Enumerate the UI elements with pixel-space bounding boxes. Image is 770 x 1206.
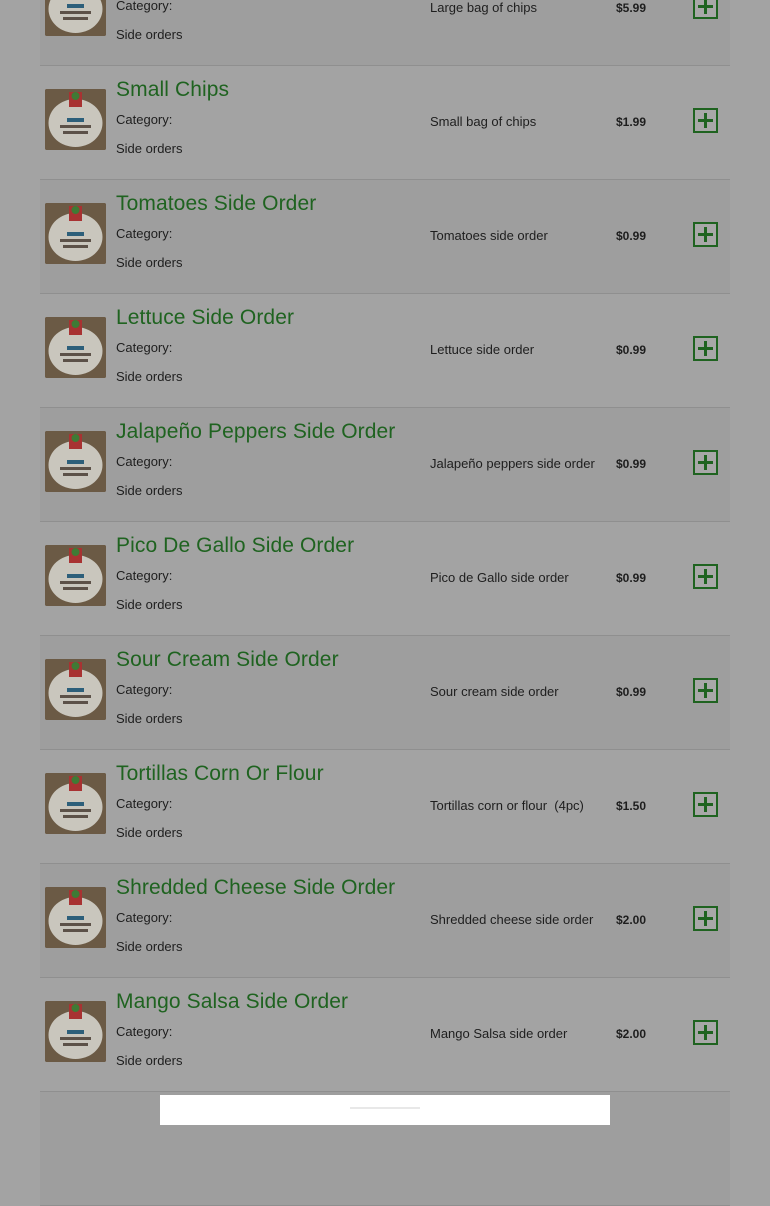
bottom-modal-panel xyxy=(160,1095,610,1125)
category-value: Side orders xyxy=(116,711,183,726)
item-price: $1.99 xyxy=(616,115,647,129)
item-title[interactable]: Tortillas Corn Or Flour xyxy=(116,762,324,786)
category-label: Category: xyxy=(116,682,173,697)
category-label: Category: xyxy=(116,112,173,127)
category-value: Side orders xyxy=(116,369,183,384)
add-to-order-button[interactable] xyxy=(693,450,718,475)
item-title[interactable]: Shredded Cheese Side Order xyxy=(116,876,395,900)
item-thumbnail-image xyxy=(45,317,106,378)
item-price: $2.00 xyxy=(616,1027,647,1041)
item-thumbnail-image xyxy=(45,89,106,150)
menu-item-row: Small Chips Category: Side orders Small … xyxy=(40,66,730,180)
add-to-order-button[interactable] xyxy=(693,0,718,19)
item-title[interactable]: Tomatoes Side Order xyxy=(116,192,316,216)
item-price: $0.99 xyxy=(616,457,647,471)
item-title[interactable]: Lettuce Side Order xyxy=(116,306,294,330)
item-description: Sour cream side order xyxy=(430,684,559,699)
menu-item-row: Tortillas Corn Or Flour Category: Side o… xyxy=(40,750,730,864)
menu-item-row: Lettuce Side Order Category: Side orders… xyxy=(40,294,730,408)
category-value: Side orders xyxy=(116,255,183,270)
item-title[interactable]: Small Chips xyxy=(116,78,229,102)
category-value: Side orders xyxy=(116,141,183,156)
item-description: Large bag of chips xyxy=(430,0,537,15)
menu-item-row: Category: Side orders Large bag of chips… xyxy=(40,0,730,66)
item-description: Shredded cheese side order xyxy=(430,912,594,927)
item-title[interactable]: Sour Cream Side Order xyxy=(116,648,339,672)
add-to-order-button[interactable] xyxy=(693,792,718,817)
item-description: Mango Salsa side order xyxy=(430,1026,568,1041)
menu-item-row: Shredded Cheese Side Order Category: Sid… xyxy=(40,864,730,978)
item-thumbnail-image xyxy=(45,0,106,36)
category-value: Side orders xyxy=(116,27,183,42)
category-label: Category: xyxy=(116,454,173,469)
item-thumbnail-image xyxy=(45,887,106,948)
item-price: $0.99 xyxy=(616,685,647,699)
item-description: Pico de Gallo side order xyxy=(430,570,569,585)
category-label: Category: xyxy=(116,568,173,583)
menu-item-row: Mango Salsa Side Order Category: Side or… xyxy=(40,978,730,1092)
item-thumbnail-image xyxy=(45,1001,106,1062)
item-thumbnail-image xyxy=(45,545,106,606)
item-title[interactable]: Jalapeño Peppers Side Order xyxy=(116,420,395,444)
item-price: $0.99 xyxy=(616,229,647,243)
menu-item-row: Tomatoes Side Order Category: Side order… xyxy=(40,180,730,294)
item-title[interactable]: Mango Salsa Side Order xyxy=(116,990,348,1014)
add-to-order-button[interactable] xyxy=(693,564,718,589)
add-to-order-button[interactable] xyxy=(693,1020,718,1045)
category-label: Category: xyxy=(116,910,173,925)
menu-item-row: Sour Cream Side Order Category: Side ord… xyxy=(40,636,730,750)
menu-item-row: Jalapeño Peppers Side Order Category: Si… xyxy=(40,408,730,522)
category-value: Side orders xyxy=(116,939,183,954)
add-to-order-button[interactable] xyxy=(693,222,718,247)
item-price: $0.99 xyxy=(616,571,647,585)
category-label: Category: xyxy=(116,796,173,811)
add-to-order-button[interactable] xyxy=(693,108,718,133)
category-label: Category: xyxy=(116,226,173,241)
item-price: $2.00 xyxy=(616,913,647,927)
add-to-order-button[interactable] xyxy=(693,906,718,931)
menu-item-list: Category: Side orders Large bag of chips… xyxy=(40,0,730,1206)
item-thumbnail-image xyxy=(45,773,106,834)
item-thumbnail-image xyxy=(45,203,106,264)
item-description: Tortillas corn or flour (4pc) xyxy=(430,798,584,813)
category-label: Category: xyxy=(116,0,173,13)
category-value: Side orders xyxy=(116,825,183,840)
category-label: Category: xyxy=(116,1024,173,1039)
category-value: Side orders xyxy=(116,483,183,498)
category-value: Side orders xyxy=(116,1053,183,1068)
item-thumbnail-image xyxy=(45,659,106,720)
item-price: $1.50 xyxy=(616,799,647,813)
item-thumbnail-image xyxy=(45,431,106,492)
category-label: Category: xyxy=(116,340,173,355)
add-to-order-button[interactable] xyxy=(693,336,718,361)
item-title[interactable]: Pico De Gallo Side Order xyxy=(116,534,354,558)
item-price: $0.99 xyxy=(616,343,647,357)
item-description: Lettuce side order xyxy=(430,342,535,357)
add-to-order-button[interactable] xyxy=(693,678,718,703)
item-description: Jalapeño peppers side order xyxy=(430,456,595,471)
category-value: Side orders xyxy=(116,597,183,612)
panel-divider xyxy=(350,1107,420,1109)
item-price: $5.99 xyxy=(616,1,647,15)
item-description: Tomatoes side order xyxy=(430,228,548,243)
item-description: Small bag of chips xyxy=(430,114,537,129)
menu-item-row: Pico De Gallo Side Order Category: Side … xyxy=(40,522,730,636)
